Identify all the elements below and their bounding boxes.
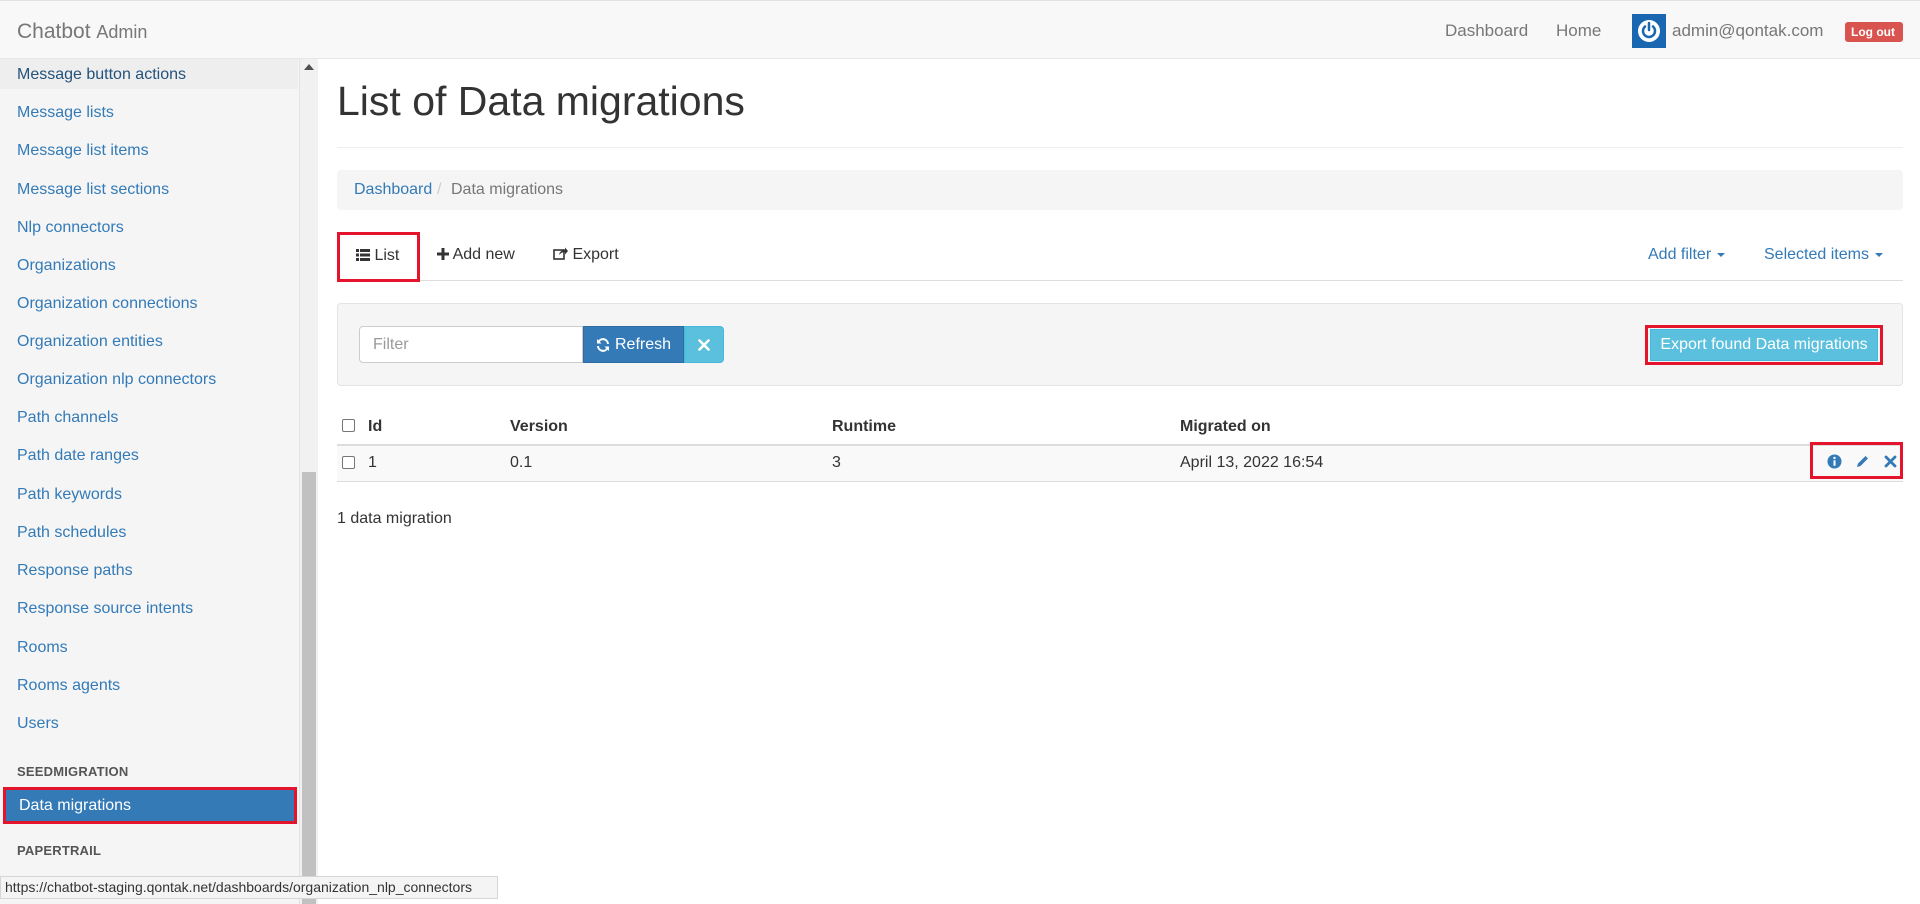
clear-filter-button[interactable]	[684, 326, 724, 363]
power-icon[interactable]	[1632, 14, 1666, 48]
tab-export[interactable]: Export	[553, 246, 619, 264]
tab-list[interactable]: List	[337, 232, 420, 282]
share-icon	[553, 247, 568, 260]
link-status-bar: https://chatbot-staging.qontak.net/dashb…	[0, 876, 498, 899]
column-header-runtime[interactable]: Runtime	[832, 418, 896, 436]
brand-title[interactable]: Chatbot	[17, 20, 91, 43]
user-email[interactable]: admin@qontak.com	[1672, 21, 1823, 41]
row-actions	[1810, 442, 1903, 479]
sidebar-item-message-lists[interactable]: Message lists	[17, 104, 114, 122]
cell-migrated-on: April 13, 2022 16:54	[1180, 454, 1324, 471]
sidebar-item-nlp-connectors[interactable]: Nlp connectors	[17, 219, 124, 237]
refresh-icon	[596, 337, 609, 352]
top-navbar: Chatbot Admin Dashboard Home admin@qonta…	[0, 0, 1920, 59]
tab-list-label: List	[374, 247, 400, 264]
breadcrumb-dashboard-link[interactable]: Dashboard	[354, 181, 432, 199]
sidebar-item-organization-entities[interactable]: Organization entities	[17, 333, 163, 351]
sidebar-item-data-migrations[interactable]: Data migrations	[3, 787, 297, 824]
select-all-checkbox[interactable]	[342, 419, 355, 432]
caret-down-icon	[1717, 252, 1726, 257]
record-count: 1 data migration	[337, 510, 452, 527]
sidebar-section-papertrail: PAPERTRAIL	[17, 843, 102, 858]
sidebar-item-organization-nlp-connectors[interactable]: Organization nlp connectors	[17, 371, 216, 389]
brand-subtitle[interactable]: Admin	[96, 22, 147, 42]
selected-items-label: Selected items	[1764, 246, 1869, 263]
scroll-up-arrow-icon[interactable]	[304, 64, 314, 70]
breadcrumb-separator: /	[437, 181, 442, 198]
table-row[interactable]	[337, 446, 1903, 482]
sidebar-item-path-schedules[interactable]: Path schedules	[17, 524, 126, 542]
tabs-divider	[337, 280, 1903, 281]
info-icon[interactable]	[1827, 454, 1842, 469]
filter-input[interactable]	[359, 326, 583, 363]
sidebar-item-path-channels[interactable]: Path channels	[17, 409, 118, 427]
cell-version: 0.1	[510, 454, 533, 471]
breadcrumb: Dashboard / Data migrations	[337, 170, 1903, 210]
selected-items-dropdown[interactable]: Selected items	[1764, 246, 1883, 264]
row-checkbox[interactable]	[342, 456, 355, 469]
title-divider	[337, 147, 1903, 148]
sidebar-section-seedmigration: SEEDMIGRATION	[17, 764, 129, 779]
sidebar-item-organizations[interactable]: Organizations	[17, 257, 116, 275]
sidebar-item-response-paths[interactable]: Response paths	[17, 562, 133, 580]
sidebar-scroll-thumb[interactable]	[302, 472, 316, 904]
sidebar-item-users[interactable]: Users	[17, 715, 59, 733]
add-filter-label: Add filter	[1648, 246, 1712, 263]
sidebar-item-label: Message button actions	[17, 66, 186, 83]
refresh-button[interactable]: Refresh	[583, 326, 684, 363]
sidebar-item-message-list-sections[interactable]: Message list sections	[17, 181, 169, 199]
sidebar-item-path-keywords[interactable]: Path keywords	[17, 486, 122, 504]
list-icon	[356, 249, 370, 261]
cell-id[interactable]: 1	[368, 454, 377, 472]
caret-down-icon	[1874, 252, 1883, 257]
sidebar-item-response-source-intents[interactable]: Response source intents	[17, 600, 193, 618]
sidebar: Message button actions Message lists Mes…	[0, 59, 300, 904]
column-header-version[interactable]: Version	[510, 418, 568, 436]
cell-runtime: 3	[832, 454, 841, 471]
sidebar-item-rooms[interactable]: Rooms	[17, 639, 68, 657]
sidebar-item-rooms-agents[interactable]: Rooms agents	[17, 677, 120, 695]
sidebar-item-message-button-actions[interactable]: Message button actions	[0, 59, 298, 89]
tab-add-new[interactable]: Add new	[437, 246, 515, 264]
column-header-id[interactable]: Id	[368, 418, 382, 436]
close-icon[interactable]	[1883, 454, 1898, 469]
refresh-button-label: Refresh	[614, 335, 672, 353]
tab-export-label: Export	[572, 246, 619, 263]
sidebar-item-path-date-ranges[interactable]: Path date ranges	[17, 447, 139, 465]
tab-add-new-label: Add new	[452, 246, 515, 263]
nav-dashboard-link[interactable]: Dashboard	[1445, 21, 1528, 41]
logout-button[interactable]: Log out	[1845, 22, 1903, 42]
sidebar-item-organization-connections[interactable]: Organization connections	[17, 295, 198, 313]
remove-icon	[698, 338, 710, 351]
plus-icon	[437, 248, 449, 260]
export-found-button[interactable]: Export found Data migrations	[1650, 329, 1878, 361]
sidebar-item-message-list-items[interactable]: Message list items	[17, 142, 149, 160]
page-title: List of Data migrations	[337, 78, 745, 124]
pencil-icon[interactable]	[1855, 454, 1870, 469]
sidebar-item-label: Data migrations	[19, 797, 132, 814]
brand[interactable]: Chatbot Admin	[17, 20, 147, 44]
column-header-migrated-on[interactable]: Migrated on	[1180, 418, 1271, 436]
breadcrumb-current: Data migrations	[451, 181, 564, 198]
add-filter-dropdown[interactable]: Add filter	[1648, 246, 1726, 264]
nav-home-link[interactable]: Home	[1556, 21, 1601, 41]
